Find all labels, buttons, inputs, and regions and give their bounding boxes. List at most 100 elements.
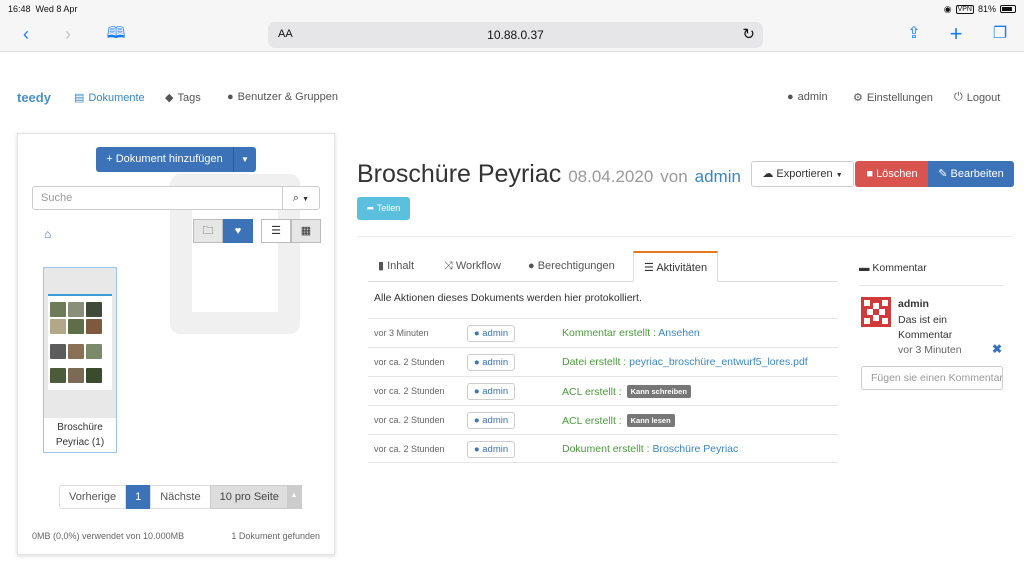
share-button[interactable]: ➦ Teilen [357,197,410,220]
list-view-button[interactable]: ☰ [261,219,291,243]
per-page-value: 10 pro Seite [219,491,279,503]
activity-action-text: Kommentar erstellt : [562,327,656,339]
grid-view-button[interactable]: ▦ [291,219,321,243]
comment-time: vor 3 Minuten [898,344,962,356]
grid-icon: ▦ [300,225,312,237]
book-icon: ▤ [74,92,85,104]
tab-content[interactable]: ▮ Inhalt [368,251,424,282]
bookmarks-icon[interactable]: 🕮 [104,23,128,45]
activity-link[interactable]: Broschüre Peyriac [652,443,738,455]
activity-time: vor ca. 2 Stunden [374,415,445,425]
reload-icon[interactable]: ↻ [742,25,755,43]
activity-action: Dokument erstellt : Broschüre Peyriac [562,443,738,455]
nav-user[interactable]: ● admin [787,91,828,103]
document-card[interactable]: Broschüre Peyriac (1) [43,267,117,453]
delete-comment-icon[interactable]: ✖ [992,342,1002,356]
edit-button[interactable]: ✎ Bearbeiten [928,161,1014,187]
tab-workflow[interactable]: ⤨ Workflow [434,251,511,282]
gear-icon: ⚙ [853,92,863,104]
activity-action: Datei erstellt : peyriac_broschüre_entwu… [562,356,808,368]
document-card-title-line1: Broschüre [57,422,103,433]
activity-user-button[interactable]: ● admin [467,441,515,458]
wifi-icon: ◉ [943,3,952,14]
add-document-button[interactable]: + Dokument hinzufügen ▼ [96,147,256,172]
tab-permissions-label: Berechtigungen [537,260,615,272]
nav-documents-label: Dokumente [88,91,145,104]
trash-icon: ■ [866,168,873,180]
nav-user-label: admin [797,91,828,103]
nav-logout[interactable]: ⏻ Logout [954,91,1000,104]
back-icon[interactable]: ‹ [14,23,38,45]
permission-badge: Kann schreiben [626,385,691,398]
comments-icon: ▬ [859,262,870,274]
brand-logo[interactable]: teedy [17,90,51,105]
tab-content-label: Inhalt [387,260,415,272]
layout-group: ☰ ▦ [261,219,321,243]
comments-divider [859,285,1003,286]
user-icon: ● [227,91,234,103]
per-page-select[interactable]: 10 pro Seite ▲ ▼ [209,485,302,521]
activity-action-text: ACL erstellt : [562,386,622,398]
comment-author: admin [898,298,929,310]
nav-tags-label: Tags [177,91,201,104]
activity-action-text: ACL erstellt : [562,415,622,427]
activity-user-label: admin [482,328,509,339]
activity-action: ACL erstellt : Kann lesen [562,414,675,427]
tag-view-button[interactable]: ♥ [223,219,253,243]
tab-permissions[interactable]: ● Berechtigungen [518,251,625,282]
document-tabs: ▮ Inhalt ⤨ Workflow ● Berechtigungen ☰ A… [368,251,838,282]
document-by: von [660,167,688,186]
pencil-icon: ✎ [938,168,948,180]
comments-heading-label: Kommentar [872,262,927,274]
tab-activities[interactable]: ☰ Aktivitäten [633,251,719,282]
documents-found: 1 Dokument gefunden [231,531,320,541]
list-icon: ☰ [644,262,654,274]
edit-label: Bearbeiten [950,168,1004,180]
activity-time: vor ca. 2 Stunden [374,386,445,396]
nav-settings[interactable]: ⚙ Einstellungen [853,91,933,105]
document-author-link[interactable]: admin [695,167,741,186]
activity-time: vor ca. 2 Stunden [374,357,445,367]
nav-users-groups[interactable]: ● Benutzer & Gruppen [227,91,338,103]
export-button[interactable]: ☁ Exportieren ▼ [751,161,854,187]
activity-user-button[interactable]: ● admin [467,383,515,400]
activity-user-label: admin [482,415,509,426]
activity-link[interactable]: peyriac_broschüre_entwurf5_lores.pdf [629,356,808,368]
search-options-button[interactable]: ⌕ ▼ [282,186,320,210]
page-1-button[interactable]: 1 [126,485,151,509]
add-document-dropdown[interactable]: ▼ [234,147,256,172]
document-thumbnail [44,268,116,418]
activity-time: vor ca. 2 Stunden [374,444,445,454]
activity-user-button[interactable]: ● admin [467,354,515,371]
document-card-title-line2: Peyriac (1) [55,437,105,448]
activity-user-button[interactable]: ● admin [467,325,515,342]
share-icon[interactable]: ⇪ [902,23,926,45]
forward-icon[interactable]: › [56,23,80,45]
search-input[interactable]: Suche [32,186,283,210]
comment-input[interactable]: Fügen sie einen Kommentar hinzu [861,366,1003,390]
activity-user-label: admin [482,357,509,368]
tab-activities-label: Aktivitäten [656,262,708,274]
address-bar[interactable]: AA 10.88.0.37 ↻ [268,22,763,48]
list-icon: ☰ [271,225,281,237]
cloud-download-icon: ☁ [762,168,774,180]
folder-view-button[interactable]: 🗀 [193,219,223,243]
nav-users-label: Benutzer & Gruppen [237,91,338,103]
nav-tags[interactable]: ◆ Tags [165,91,201,105]
delete-button[interactable]: ■ Löschen [855,161,929,187]
browser-toolbar: ‹ › 🕮 AA 10.88.0.37 ↻ ⇪ + ❐ [0,18,1024,52]
export-label: Exportieren [776,168,833,180]
activity-user-button[interactable]: ● admin [467,412,515,429]
clock: 16:48 [8,4,31,14]
home-icon[interactable]: ⌂ [44,227,51,241]
nav-documents[interactable]: ▤ Dokumente [74,91,145,105]
activity-link[interactable]: Ansehen [658,327,699,339]
tabs-icon[interactable]: ❐ [988,23,1012,45]
share-label: Teilen [376,203,401,213]
user-icon: ● [787,91,794,103]
comments-heading: ▬ Kommentar [859,262,927,274]
next-page-button[interactable]: Nächste [150,485,211,509]
prev-page-button[interactable]: Vorherige [59,485,127,509]
chevron-down-icon: ▲ ▼ [286,485,301,521]
new-tab-icon[interactable]: + [944,23,968,45]
